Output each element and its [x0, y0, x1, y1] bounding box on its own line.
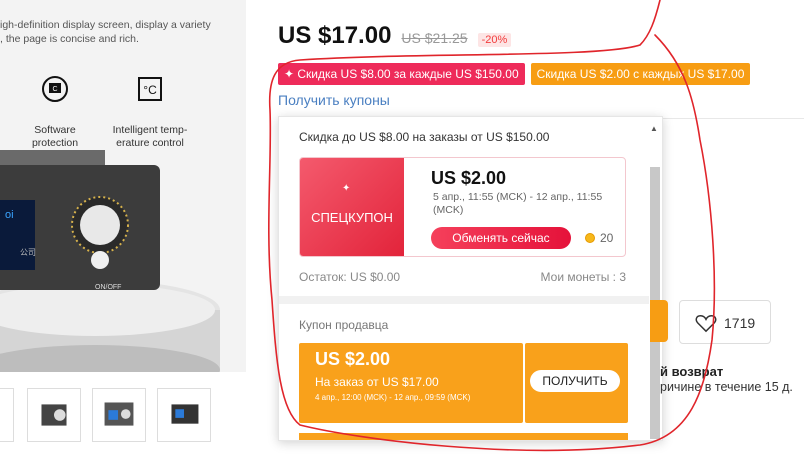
coupons-dropdown: Скидка до US $8.00 на заказы от US $150.…	[278, 116, 663, 441]
get-coupon-button[interactable]: ПОЛУЧИТЬ	[530, 370, 620, 392]
panel-header: Скидка до US $8.00 на заказы от US $150.…	[299, 130, 550, 144]
get-coupons-link[interactable]: Получить купоны	[278, 92, 390, 108]
scrollbar[interactable]: ▲	[648, 123, 660, 439]
coin-cost: 20	[600, 231, 614, 245]
seller-coupon-body: US $2.00 На заказ от US $17.00 4 апр., 1…	[299, 343, 523, 423]
product-description: igh-definition display screen, display a…	[0, 19, 211, 45]
heart-icon	[695, 314, 717, 333]
price-row: US $17.00 US $21.25 -20%	[278, 22, 512, 50]
thumbnail[interactable]	[27, 388, 81, 442]
discount-badge: -20%	[477, 33, 512, 47]
device-switch-label: ON/OFF	[95, 284, 122, 291]
seller-coupon-amount: US $2.00	[315, 349, 391, 369]
device-brand: oi	[5, 209, 14, 221]
feature-label: Intelligent temp- erature control	[112, 124, 188, 149]
seller-coupon-condition: На заказ от US $17.00	[315, 375, 439, 389]
thumbnail[interactable]	[157, 388, 211, 442]
special-coupon-label: СПЕЦКУПОН	[311, 210, 393, 225]
special-coupon-amount: US $2.00	[431, 168, 507, 188]
coupon-balance-row: Остаток: US $0.00 Мои монеты : 3	[299, 270, 626, 284]
wishlist-count: 1719	[724, 315, 756, 331]
device-text: 公司	[20, 248, 36, 257]
cpu-shield-icon: C	[42, 76, 68, 102]
seller-coupon-card-next	[299, 433, 628, 440]
return-policy-title: й возврат	[660, 364, 724, 379]
seller-coupon-stub: ПОЛУЧИТЬ	[525, 343, 628, 423]
return-policy-text: ричине в течение 15 д.	[660, 380, 793, 394]
special-coupon-label-block: ✦ СПЕЦКУПОН	[300, 158, 404, 256]
product-device-image	[0, 150, 160, 290]
seller-coupon-dates: 4 апр., 12:00 (MCK) - 12 апр., 09:59 (MC…	[315, 393, 471, 402]
seller-coupon-card: US $2.00 На заказ от US $17.00 4 апр., 1…	[299, 343, 628, 423]
wishlist-button[interactable]: 1719	[679, 300, 771, 344]
thumbnail[interactable]	[92, 388, 146, 442]
thumbnail-strip	[0, 388, 246, 448]
sparkle-icon: ✦	[342, 183, 351, 194]
remaining-balance: Остаток: US $0.00	[299, 270, 401, 284]
feature-software-protection: C Software protection	[5, 62, 105, 150]
coin-icon	[585, 233, 595, 243]
thumbnail[interactable]	[0, 388, 14, 442]
divider	[660, 118, 804, 119]
current-price: US $17.00	[278, 22, 392, 49]
special-coupon-card: ✦ СПЕЦКУПОН US $2.00 5 апр., 11:55 (MCK)…	[299, 157, 626, 257]
section-divider	[279, 296, 649, 304]
special-coupon-dates: 5 апр., 11:55 (MCK) - 12 апр., 11:55 (MC…	[433, 191, 603, 216]
seller-coupon-title: Купон продавца	[299, 318, 389, 332]
feature-label: Software protection	[31, 124, 79, 149]
store-promo-tag[interactable]: ✦ Скидка US $8.00 за каждые US $150.00	[278, 63, 525, 85]
seller-coupon-tag[interactable]: Скидка US $2.00 с каждых US $17.00	[530, 63, 751, 85]
original-price: US $21.25	[401, 30, 468, 46]
svg-text:C: C	[52, 86, 57, 93]
promo-tags: ✦ Скидка US $8.00 за каждые US $150.00 С…	[278, 63, 751, 85]
thermometer-celsius-icon: °C	[138, 77, 162, 101]
redeem-now-button[interactable]: Обменять сейчас	[431, 227, 571, 249]
buy-button-edge[interactable]	[650, 300, 668, 342]
product-image-panel: igh-definition display screen, display a…	[0, 0, 246, 372]
my-coins: Мои монеты : 3	[540, 270, 626, 284]
svg-text:°C: °C	[143, 83, 157, 97]
feature-temperature-control: °C Intelligent temp- erature control	[100, 62, 200, 150]
scroll-up-arrow-icon[interactable]: ▲	[648, 123, 660, 135]
